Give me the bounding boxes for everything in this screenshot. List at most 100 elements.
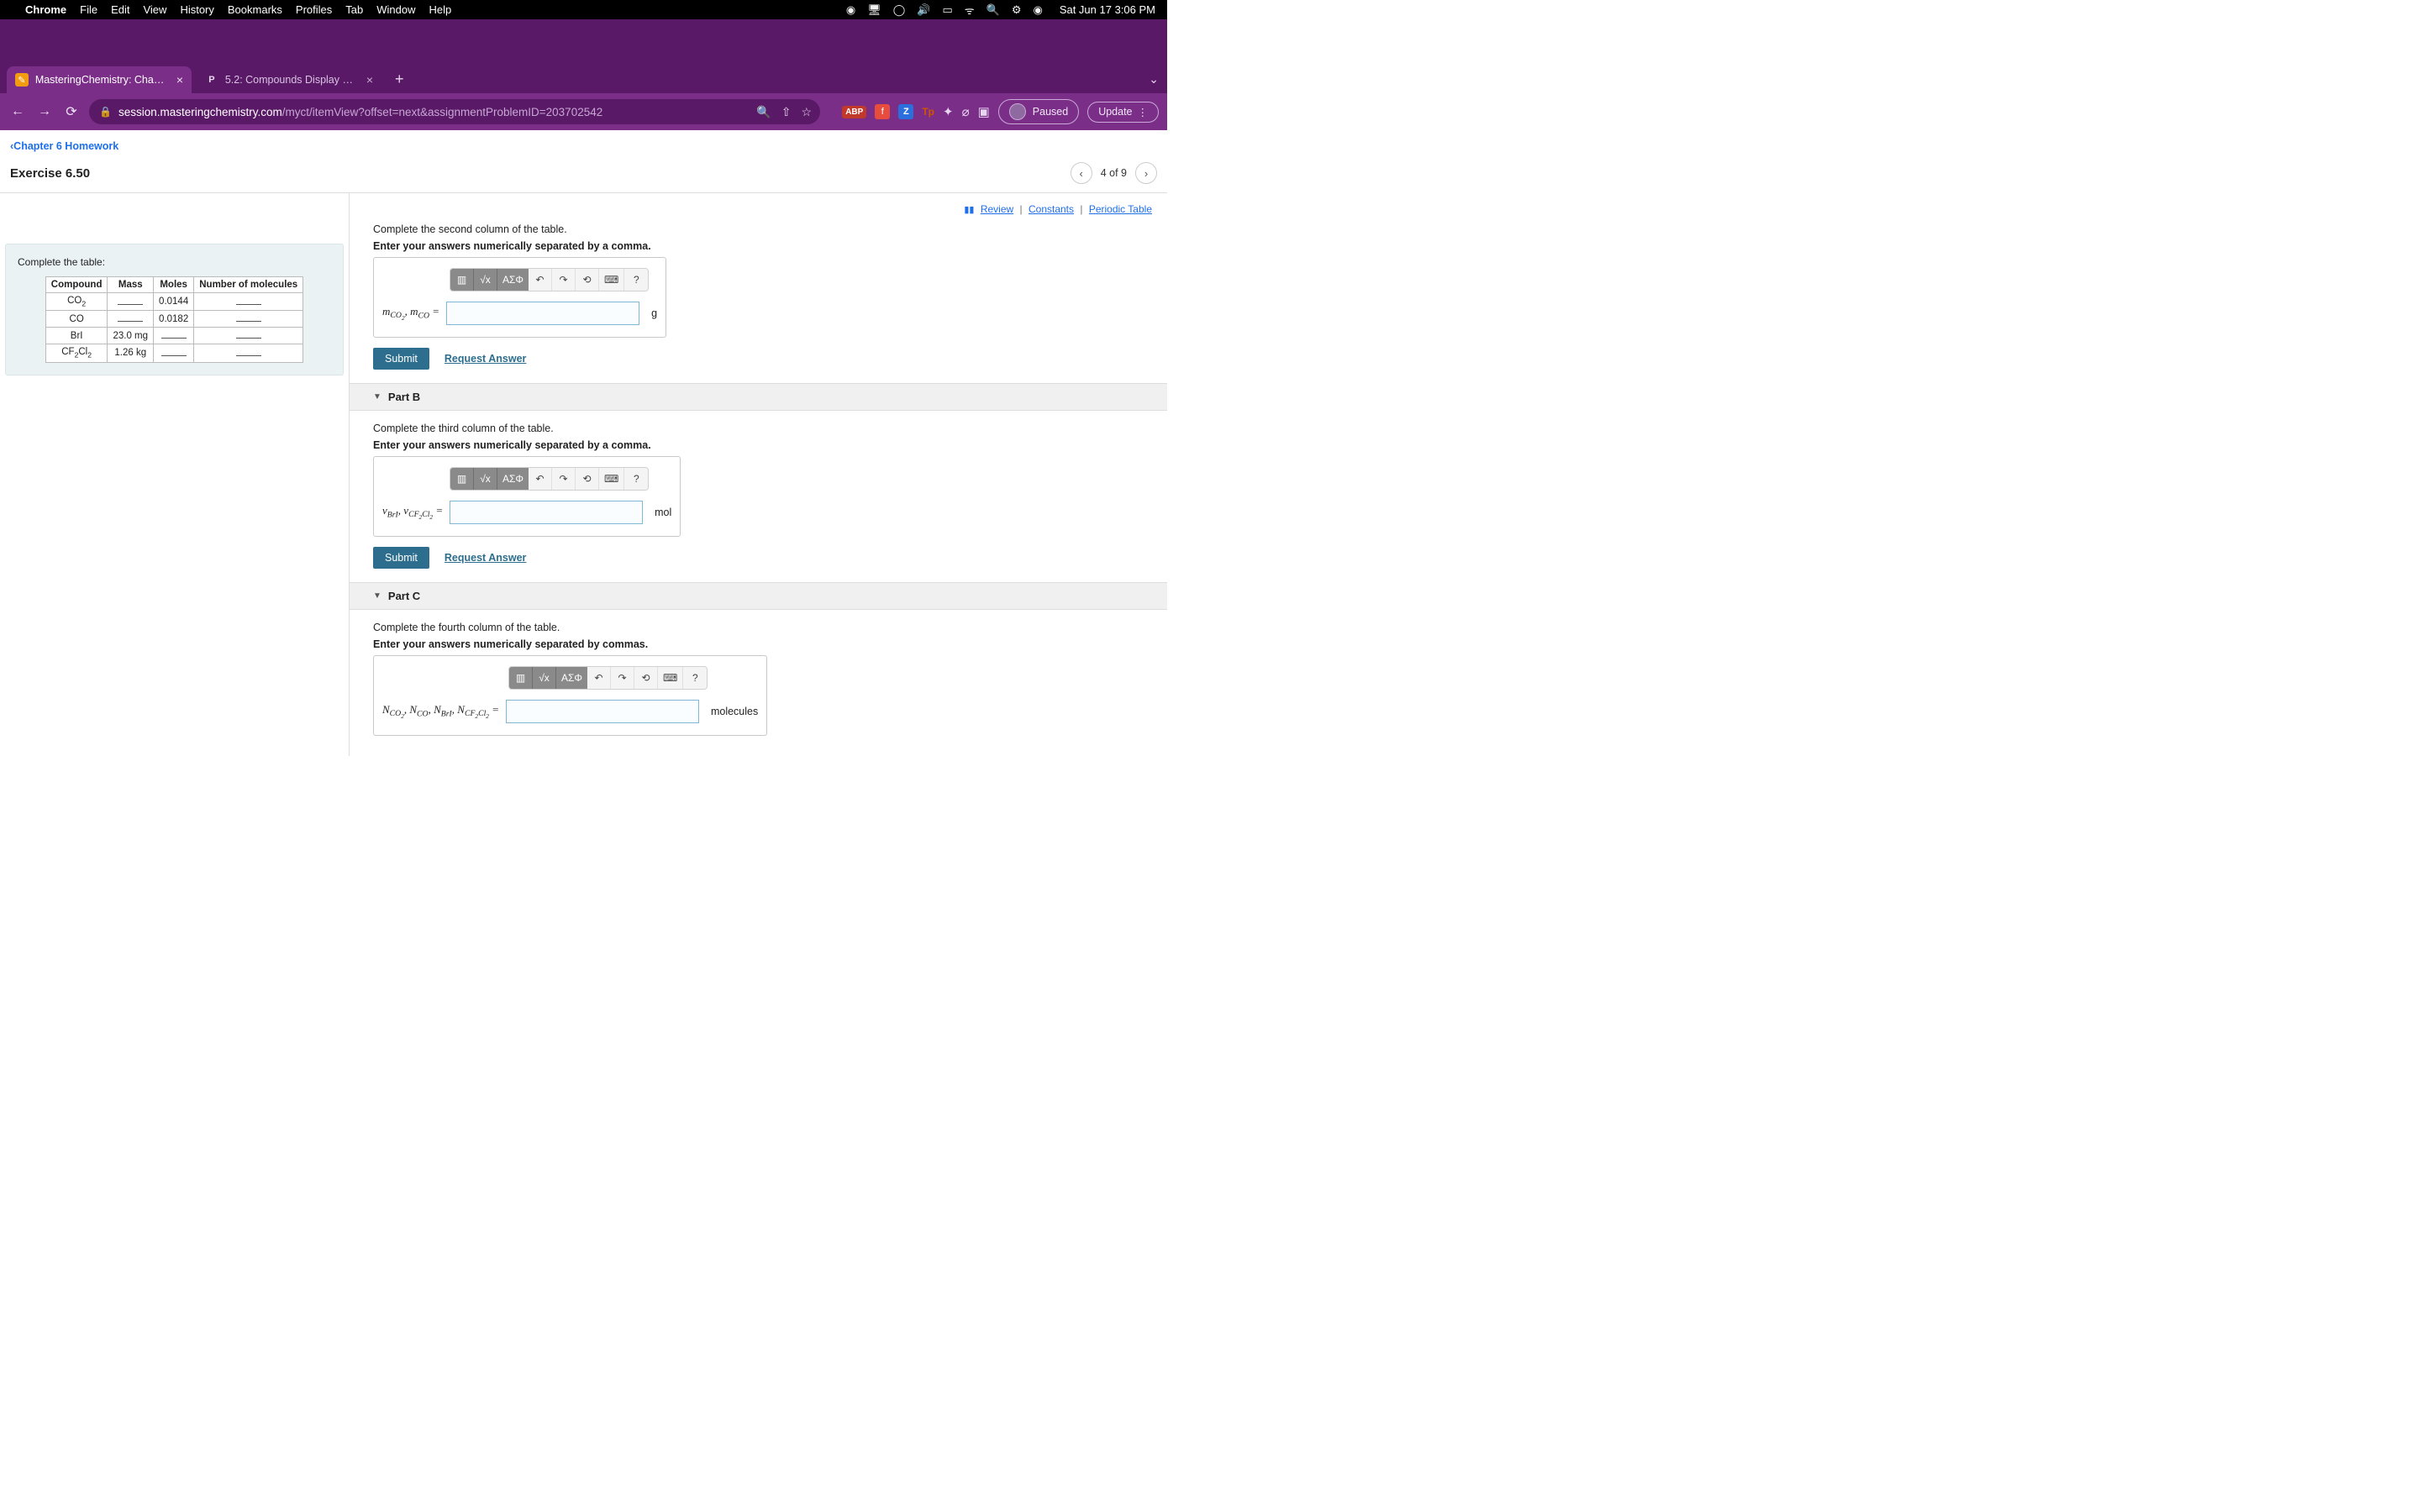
redo-button[interactable]: ↷ — [552, 269, 576, 291]
favicon-mastering-icon: ✎ — [15, 73, 29, 87]
templates-button[interactable]: ▥ — [450, 269, 474, 291]
right-panel: ▮▮ Review | Constants | Periodic Table C… — [350, 193, 1167, 756]
caret-down-icon: ▼ — [373, 591, 381, 601]
radical-button[interactable]: √x — [474, 468, 497, 490]
submit-button[interactable]: Submit — [373, 547, 429, 569]
control-center-icon[interactable]: ⚙ — [1012, 3, 1022, 17]
radical-button[interactable]: √x — [533, 667, 556, 689]
undo-button[interactable]: ↶ — [587, 667, 611, 689]
menu-file[interactable]: File — [80, 3, 97, 16]
menubar-clock[interactable]: Sat Jun 17 3:06 PM — [1060, 3, 1155, 16]
menu-view[interactable]: View — [143, 3, 166, 16]
abp-icon[interactable]: ABP — [842, 106, 866, 118]
forward-button[interactable]: → — [35, 104, 54, 119]
tab-title: 5.2: Compounds Display Const — [225, 74, 360, 86]
keyboard-button[interactable]: ⌨ — [599, 269, 624, 291]
share-icon[interactable]: ⇧ — [781, 105, 792, 119]
bookmark-icon[interactable]: ☆ — [801, 105, 812, 119]
ext-red-icon[interactable]: f — [875, 104, 890, 119]
wifi-icon[interactable]: ᯤ — [965, 3, 975, 18]
th-mass: Mass — [108, 277, 154, 293]
menu-history[interactable]: History — [180, 3, 213, 16]
part-c-header[interactable]: ▼ Part C — [350, 582, 1167, 610]
th-moles: Moles — [154, 277, 194, 293]
search-in-page-icon[interactable]: 🔍 — [756, 105, 771, 119]
volume-icon[interactable]: 🔊 — [917, 3, 930, 17]
menu-window[interactable]: Window — [376, 3, 415, 16]
review-link[interactable]: Review — [981, 203, 1013, 215]
undo-button[interactable]: ↶ — [529, 269, 552, 291]
reset-button[interactable]: ⟲ — [634, 667, 658, 689]
record-icon[interactable]: ◯ — [893, 3, 906, 17]
menu-edit[interactable]: Edit — [111, 3, 129, 16]
greek-button[interactable]: ΑΣΦ — [497, 468, 529, 490]
cell-n — [194, 311, 303, 328]
next-button[interactable]: › — [1135, 162, 1157, 184]
update-button[interactable]: Update ⋮ — [1087, 102, 1159, 123]
table-row: CF2Cl2 1.26 kg — [45, 344, 302, 362]
answer-input[interactable] — [506, 700, 699, 723]
prev-button[interactable]: ‹ — [1071, 162, 1092, 184]
th-compound: Compound — [45, 277, 108, 293]
redo-button[interactable]: ↷ — [552, 468, 576, 490]
grammarly-icon[interactable]: ◉ — [846, 3, 855, 17]
answer-input[interactable] — [446, 302, 639, 325]
battery-icon[interactable]: ▭ — [942, 3, 952, 17]
tab-mastering[interactable]: ✎ MasteringChemistry: Chapter 6 × — [7, 66, 192, 93]
templates-button[interactable]: ▥ — [509, 667, 533, 689]
cell-mass: 23.0 mg — [108, 328, 154, 344]
close-icon[interactable]: × — [176, 73, 183, 87]
close-icon[interactable]: × — [366, 73, 373, 87]
request-answer-link[interactable]: Request Answer — [445, 552, 526, 564]
spotlight-icon[interactable]: 🔍 — [986, 3, 1000, 17]
macos-menubar: Chrome File Edit View History Bookmarks … — [0, 0, 1167, 19]
menubar-app[interactable]: Chrome — [25, 3, 66, 16]
menu-bookmarks[interactable]: Bookmarks — [228, 3, 282, 16]
tp-icon[interactable]: Tp — [922, 106, 934, 118]
siri-icon[interactable]: ◉ — [1033, 3, 1042, 17]
undo-button[interactable]: ↶ — [529, 468, 552, 490]
menu-tab[interactable]: Tab — [345, 3, 363, 16]
greek-button[interactable]: ΑΣΦ — [556, 667, 587, 689]
paused-label: Paused — [1033, 106, 1068, 118]
display-icon[interactable]: 🖥 — [867, 3, 881, 17]
equation-toolbar: ▥ √x ΑΣΦ ↶ ↷ ⟲ ⌨ ? — [450, 467, 649, 491]
greek-button[interactable]: ΑΣΦ — [497, 269, 529, 291]
ext-toggle-icon[interactable]: ⌀ — [962, 104, 970, 119]
submit-button[interactable]: Submit — [373, 348, 429, 370]
request-answer-link[interactable]: Request Answer — [445, 353, 526, 365]
zotero-icon[interactable]: Z — [898, 104, 913, 119]
tab-compounds[interactable]: P 5.2: Compounds Display Const × — [197, 66, 381, 93]
reset-button[interactable]: ⟲ — [576, 468, 599, 490]
address-bar[interactable]: 🔒 session.masteringchemistry.com/myct/it… — [89, 99, 820, 124]
keyboard-button[interactable]: ⌨ — [599, 468, 624, 490]
back-button[interactable]: ← — [8, 104, 27, 119]
profile-paused[interactable]: Paused — [998, 99, 1079, 124]
templates-button[interactable]: ▥ — [450, 468, 474, 490]
constants-link[interactable]: Constants — [1028, 203, 1074, 215]
part-b-header[interactable]: ▼ Part B — [350, 383, 1167, 411]
tabs-dropdown-icon[interactable]: ⌄ — [1149, 72, 1159, 87]
puzzle-icon[interactable]: ✦ — [943, 104, 954, 119]
url-path: /myct/itemView?offset=next&assignmentPro… — [282, 106, 602, 118]
reset-button[interactable]: ⟲ — [576, 269, 599, 291]
help-button[interactable]: ? — [624, 468, 648, 490]
radical-button[interactable]: √x — [474, 269, 497, 291]
redo-button[interactable]: ↷ — [611, 667, 634, 689]
sidepanel-icon[interactable]: ▣ — [978, 104, 990, 119]
problem-statement: Complete the table: Compound Mass Moles … — [5, 244, 344, 375]
menu-profiles[interactable]: Profiles — [296, 3, 332, 16]
keyboard-button[interactable]: ⌨ — [658, 667, 683, 689]
ptable-link[interactable]: Periodic Table — [1089, 203, 1152, 215]
menu-help[interactable]: Help — [429, 3, 452, 16]
help-button[interactable]: ? — [624, 269, 648, 291]
cell-mass — [108, 311, 154, 328]
table-row: CO2 0.0144 — [45, 293, 302, 311]
breadcrumb-link[interactable]: ‹Chapter 6 Homework — [10, 140, 118, 152]
cell-compound: CO2 — [45, 293, 108, 311]
instr1: Complete the fourth column of the table. — [373, 622, 1152, 633]
new-tab-button[interactable]: + — [387, 71, 413, 93]
help-button[interactable]: ? — [683, 667, 707, 689]
reload-button[interactable]: ⟳ — [62, 103, 81, 120]
answer-input[interactable] — [450, 501, 643, 524]
